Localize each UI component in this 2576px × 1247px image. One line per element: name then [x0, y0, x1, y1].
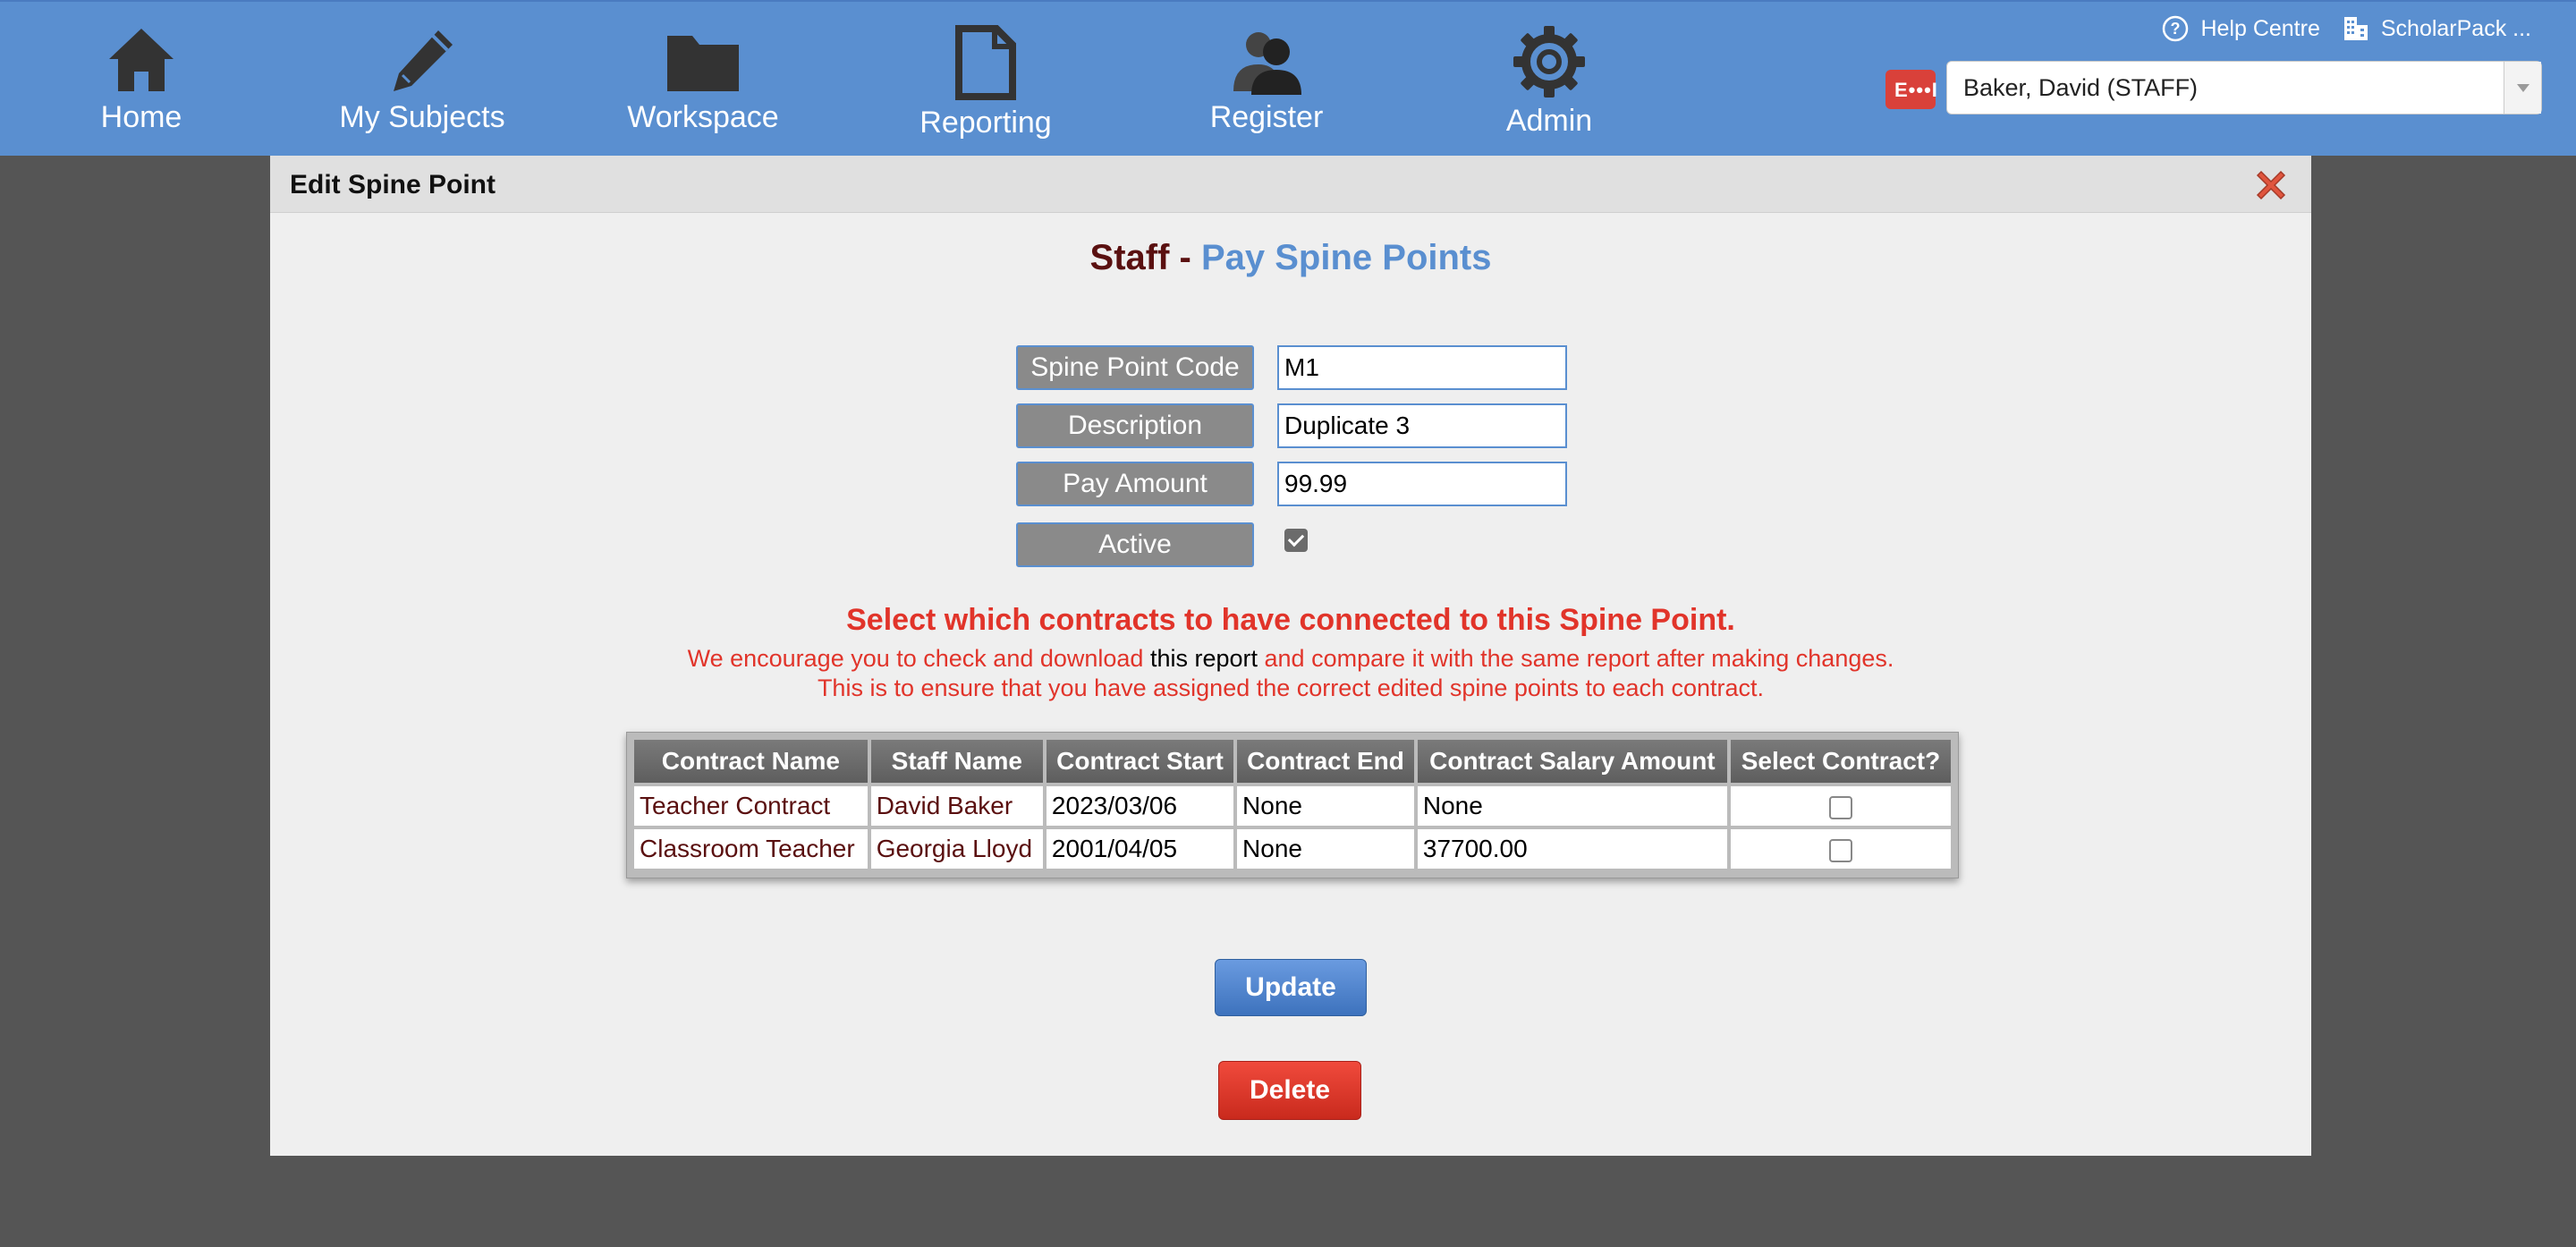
contract-name-cell: Classroom Teacher [634, 829, 868, 869]
salary-amount-cell: 37700.00 [1417, 829, 1727, 869]
help-centre-link[interactable]: ? Help Centre [2161, 14, 2320, 43]
contract-end-cell: None [1237, 829, 1414, 869]
column-header-salary-amount: Contract Salary Amount [1417, 740, 1727, 783]
table-header-row: Contract Name Staff Name Contract Start … [634, 740, 1951, 783]
nav-item-home[interactable]: Home [43, 18, 240, 152]
notice-title: Select which contracts to have connected… [846, 603, 1735, 637]
school-link[interactable]: ScholarPack ... [2342, 14, 2531, 43]
table-row: Classroom Teacher Georgia Lloyd 2001/04/… [634, 829, 1951, 869]
page-title: Staff - Pay Spine Points [270, 238, 2311, 278]
user-select-value: Baker, David (STAFF) [1963, 74, 2199, 101]
salary-amount-cell: None [1417, 786, 1727, 826]
spine-point-code-label: Spine Point Code [1016, 345, 1254, 390]
notice-line-1: We encourage you to check and download t… [270, 645, 2311, 673]
close-icon[interactable] [2250, 165, 2292, 206]
help-centre-label: Help Centre [2200, 15, 2320, 41]
notice-line-1-post: and compare it with the same report afte… [1258, 645, 1894, 672]
folder-icon [667, 36, 739, 91]
column-header-contract-start: Contract Start [1046, 740, 1234, 783]
user-area: E•••I Baker, David (STAFF) [1885, 61, 2542, 116]
description-input[interactable] [1277, 403, 1567, 448]
spine-point-code-input[interactable] [1277, 345, 1567, 390]
nav-label-my-subjects: My Subjects [339, 100, 505, 134]
update-button[interactable]: Update [1215, 959, 1367, 1016]
column-header-select-contract: Select Contract? [1730, 740, 1951, 783]
notice-line-1-pre: We encourage you to check and download [687, 645, 1150, 672]
contract-end-cell: None [1237, 786, 1414, 826]
users-icon [1233, 32, 1301, 95]
svg-text:?: ? [2171, 20, 2181, 38]
nav-label-reporting: Reporting [919, 106, 1052, 140]
page-title-staff: Staff - [1089, 238, 1201, 277]
select-contract-cell [1730, 829, 1951, 869]
select-contract-cell [1730, 786, 1951, 826]
nav-item-register[interactable]: Register [1168, 18, 1365, 152]
staff-name-cell: Georgia Lloyd [870, 829, 1043, 869]
active-checkbox[interactable] [1284, 529, 1308, 552]
pencil-icon [394, 30, 453, 91]
nav-item-workspace[interactable]: Workspace [605, 18, 801, 152]
column-header-staff-name: Staff Name [870, 740, 1043, 783]
description-label: Description [1016, 403, 1254, 448]
user-badge-icon[interactable]: E•••I [1885, 70, 1937, 109]
pay-amount-label: Pay Amount [1016, 462, 1254, 506]
contract-name-cell: Teacher Contract [634, 786, 868, 826]
school-label: ScholarPack ... [2380, 15, 2531, 41]
select-contract-checkbox[interactable] [1828, 795, 1852, 819]
nav-label-register: Register [1209, 100, 1324, 134]
delete-button[interactable]: Delete [1218, 1061, 1361, 1120]
home-icon [109, 29, 174, 91]
nav-label-workspace: Workspace [627, 100, 779, 134]
top-links: ? Help Centre ScholarPack ... [2161, 11, 2531, 47]
nav-item-admin[interactable]: Admin [1451, 18, 1648, 152]
column-header-contract-name: Contract Name [634, 740, 868, 783]
contracts-table-container: Contract Name Staff Name Contract Start … [626, 732, 1959, 878]
chevron-down-icon[interactable] [2504, 62, 2541, 114]
column-header-contract-end: Contract End [1237, 740, 1414, 783]
contracts-table: Contract Name Staff Name Contract Start … [631, 736, 1954, 872]
staff-name-cell: David Baker [870, 786, 1043, 826]
contract-start-cell: 2001/04/05 [1046, 829, 1234, 869]
modal-header: Edit Spine Point [270, 156, 2311, 213]
select-contract-checkbox[interactable] [1828, 838, 1852, 862]
nav-item-my-subjects[interactable]: My Subjects [324, 18, 521, 152]
nav-item-reporting[interactable]: Reporting [887, 18, 1084, 152]
contract-start-cell: 2023/03/06 [1046, 786, 1234, 826]
this-report-link[interactable]: this report [1150, 645, 1258, 672]
nav-label-admin: Admin [1505, 104, 1593, 138]
user-select[interactable]: Baker, David (STAFF) [1946, 61, 2542, 115]
nav-label-home: Home [100, 100, 182, 134]
building-icon [2343, 17, 2368, 40]
pay-amount-input[interactable] [1277, 462, 1567, 506]
table-row: Teacher Contract David Baker 2023/03/06 … [634, 786, 1951, 826]
notice-line-2: This is to ensure that you have assigned… [817, 674, 1765, 701]
top-nav-bar: Home My Subjects Workspace Reporting Reg… [0, 0, 2576, 156]
question-circle-icon: ? [2163, 15, 2189, 42]
gear-icon [1513, 26, 1585, 98]
modal-title: Edit Spine Point [290, 170, 496, 199]
page-title-pay-spine-points: Pay Spine Points [1200, 238, 1492, 277]
active-label: Active [1016, 522, 1254, 567]
document-icon [955, 25, 1016, 100]
edit-spine-point-modal: Edit Spine Point Staff - Pay Spine Point… [270, 156, 2311, 1156]
